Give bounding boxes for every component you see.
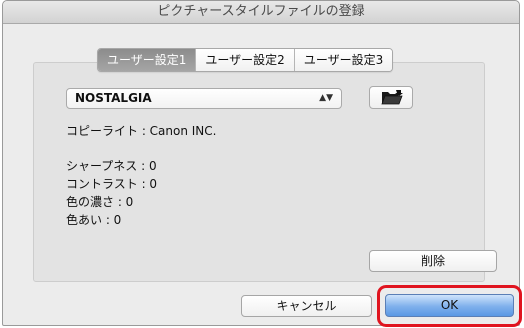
cancel-button[interactable]: キャンセル bbox=[241, 295, 372, 317]
ok-button-highlight bbox=[377, 285, 522, 327]
contrast-text: コントラスト : 0 bbox=[66, 177, 158, 191]
saturation-text: 色の濃さ : 0 bbox=[66, 195, 134, 209]
picture-style-select[interactable]: NOSTALGIA ▲▼ bbox=[66, 88, 342, 109]
open-file-button[interactable] bbox=[369, 86, 413, 109]
color-tone-text: 色あい : 0 bbox=[66, 213, 122, 227]
delete-button[interactable]: 削除 bbox=[369, 250, 497, 272]
picture-style-select-value: NOSTALGIA bbox=[75, 91, 152, 105]
select-arrows-icon: ▲▼ bbox=[319, 93, 333, 103]
dialog-title: ピクチャースタイルファイルの登録 bbox=[3, 1, 519, 24]
sharpness-text: シャープネス : 0 bbox=[66, 159, 157, 173]
tab-bar: ユーザー設定1 ユーザー設定2 ユーザー設定3 bbox=[97, 48, 394, 72]
tab-user-setting-2[interactable]: ユーザー設定2 bbox=[195, 49, 294, 71]
tab-user-setting-3[interactable]: ユーザー設定3 bbox=[293, 49, 393, 71]
copyright-text: コピーライト : Canon INC. bbox=[66, 124, 217, 138]
tab-user-setting-1[interactable]: ユーザー設定1 bbox=[98, 49, 196, 71]
folder-open-icon bbox=[381, 90, 403, 105]
